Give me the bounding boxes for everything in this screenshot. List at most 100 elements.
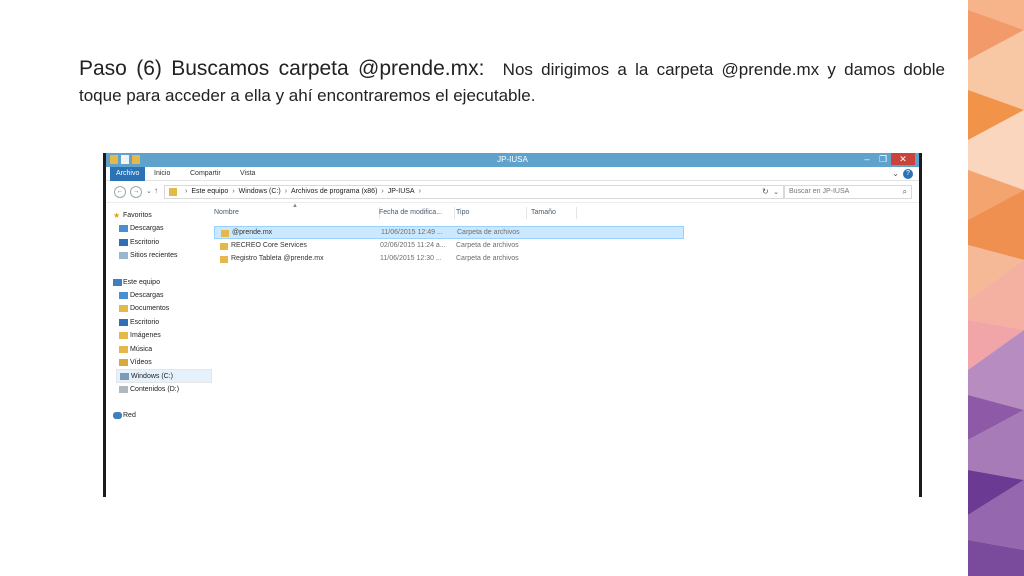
tab-archivo[interactable]: Archivo [110, 167, 146, 181]
folder-icon [221, 230, 229, 237]
file-type: Carpeta de archivos [457, 229, 520, 236]
nav-favoritos[interactable]: ★ Favoritos [113, 209, 212, 222]
table-row-recreo[interactable]: RECREO Core Services 02/06/2015 11:24 a.… [214, 240, 684, 253]
videos-icon [119, 358, 128, 366]
nav-label: Descargas [130, 291, 164, 299]
drive-icon [119, 385, 128, 393]
file-date: 11/06/2015 12:49 ... [381, 229, 443, 236]
recent-locations-icon[interactable]: ⌄ [146, 187, 152, 195]
documents-icon [119, 305, 128, 313]
nav-pc-windows-c[interactable]: Windows (C:) [116, 369, 212, 383]
tab-vista[interactable]: Vista [234, 167, 261, 181]
back-button[interactable]: ← [114, 186, 126, 198]
nav-este-equipo[interactable]: Este equipo [113, 276, 212, 289]
nav-favorites-descargas[interactable]: Descargas [116, 222, 212, 235]
nav-pc-descargas[interactable]: Descargas [116, 289, 212, 302]
nav-label: Música [130, 345, 153, 353]
nav-label: Descargas [130, 225, 164, 233]
window-title: JP-IUSA [497, 155, 528, 164]
nav-red[interactable]: Red [113, 409, 212, 422]
ribbon: Archivo Inicio Compartir Vista ⌄ ? [106, 167, 919, 181]
up-arrow-icon[interactable]: ↑ [154, 186, 158, 195]
sort-ascending-icon: ▲ [292, 203, 298, 209]
breadcrumb-windows-c[interactable]: Windows (C:) [239, 188, 281, 195]
file-name: Registro Tableta @prende.mx [231, 255, 324, 262]
folder-icon [220, 243, 228, 250]
search-icon: ⌕ [902, 187, 907, 196]
slide-heading: Paso (6) Buscamos carpeta @prende.mx: [79, 57, 485, 80]
ribbon-expand-chevron-icon[interactable]: ⌄ [892, 169, 899, 178]
column-header-nombre[interactable]: Nombre [214, 209, 239, 216]
file-date: 11/06/2015 12:30 ... [380, 255, 442, 262]
desktop-icon [119, 238, 128, 246]
column-header-tipo[interactable]: Tipo [456, 209, 469, 216]
nav-label: Escritorio [130, 318, 160, 326]
forward-button[interactable]: → [130, 186, 142, 198]
nav-label: Red [123, 412, 136, 420]
breadcrumb: › Este equipo › Windows (C:) › Archivos … [185, 188, 421, 195]
tab-inicio[interactable]: Inicio [148, 167, 176, 181]
drive-icon [120, 373, 129, 381]
computer-icon [113, 278, 122, 286]
nav-pc-imagenes[interactable]: Imágenes [116, 329, 212, 342]
file-type: Carpeta de archivos [456, 242, 519, 249]
network-icon [113, 412, 122, 420]
nav-pc-escritorio[interactable]: Escritorio [116, 316, 212, 329]
file-name: RECREO Core Services [231, 242, 307, 249]
decorative-strip [968, 0, 1024, 576]
nav-pc-contenidos-d[interactable]: Contenidos (D:) [116, 383, 212, 396]
breadcrumb-este-equipo[interactable]: Este equipo [191, 188, 228, 195]
navigation-pane: ★ Favoritos Descargas Escritorio Sitios … [113, 209, 212, 422]
column-header-fecha[interactable]: Fecha de modifica... [379, 209, 442, 216]
breadcrumb-separator: › [284, 188, 288, 195]
nav-label: Contenidos (D:) [130, 385, 180, 393]
tab-compartir[interactable]: Compartir [184, 167, 227, 181]
search-placeholder: Buscar en JP-IUSA [789, 188, 850, 195]
address-bar[interactable]: › Este equipo › Windows (C:) › Archivos … [164, 185, 784, 199]
music-icon [119, 345, 128, 353]
star-icon: ★ [113, 211, 121, 220]
breadcrumb-jp-iusa[interactable]: JP-IUSA [388, 188, 415, 195]
nav-pc-documentos[interactable]: Documentos [116, 302, 212, 315]
nav-label: Escritorio [130, 238, 160, 246]
breadcrumb-separator: › [232, 188, 235, 195]
slide-text: Paso (6) Buscamos carpeta @prende.mx: No… [79, 56, 945, 109]
file-name: @prende.mx [232, 229, 273, 236]
search-input[interactable]: Buscar en JP-IUSA ⌕ [784, 185, 912, 199]
file-date: 02/06/2015 11:24 a... [380, 242, 446, 249]
recent-places-icon [119, 252, 128, 260]
nav-label: Documentos [130, 305, 170, 313]
downloads-icon [119, 225, 128, 233]
folder-icon [169, 188, 177, 196]
nav-pc-videos[interactable]: Vídeos [116, 356, 212, 369]
maximize-button[interactable]: ❐ [875, 153, 891, 165]
address-row: ← → ⌄ ↑ › Este equipo › Windows (C:) › A… [106, 181, 919, 203]
nav-pc-musica[interactable]: Música [116, 343, 212, 356]
table-row-registro[interactable]: Registro Tableta @prende.mx 11/06/2015 1… [214, 253, 684, 266]
file-type: Carpeta de archivos [456, 255, 519, 262]
pictures-icon [119, 332, 128, 340]
table-row-prende[interactable]: @prende.mx 11/06/2015 12:49 ... Carpeta … [214, 226, 684, 239]
nav-label: Favoritos [123, 212, 152, 219]
nav-label: Vídeos [130, 358, 152, 366]
address-dropdown-icon[interactable]: ⌄ [773, 188, 779, 196]
help-icon[interactable]: ? [903, 169, 913, 179]
file-list: Nombre ▲ Fecha de modifica... Tipo Tamañ… [214, 203, 919, 497]
downloads-icon [119, 291, 128, 299]
nav-label: Windows (C:) [131, 373, 174, 381]
breadcrumb-archivos-programa[interactable]: Archivos de programa (x86) [291, 188, 377, 195]
explorer-window: JP-IUSA – ❐ ✕ Archivo Inicio Compartir V… [103, 153, 922, 497]
breadcrumb-separator: › [418, 188, 421, 195]
breadcrumb-separator: › [185, 188, 188, 195]
nav-favorites-escritorio[interactable]: Escritorio [116, 236, 212, 249]
nav-label: Imágenes [130, 332, 161, 340]
nav-label: Este equipo [123, 278, 160, 286]
nav-label: Sitios recientes [130, 252, 178, 260]
desktop-icon [119, 318, 128, 326]
minimize-button[interactable]: – [859, 153, 875, 165]
nav-favorites-sitios-recientes[interactable]: Sitios recientes [116, 249, 212, 262]
column-header-tamano[interactable]: Tamaño [531, 209, 556, 216]
title-bar: JP-IUSA – ❐ ✕ [106, 153, 919, 167]
refresh-icon[interactable]: ↻ [762, 187, 769, 196]
close-button[interactable]: ✕ [891, 153, 915, 165]
